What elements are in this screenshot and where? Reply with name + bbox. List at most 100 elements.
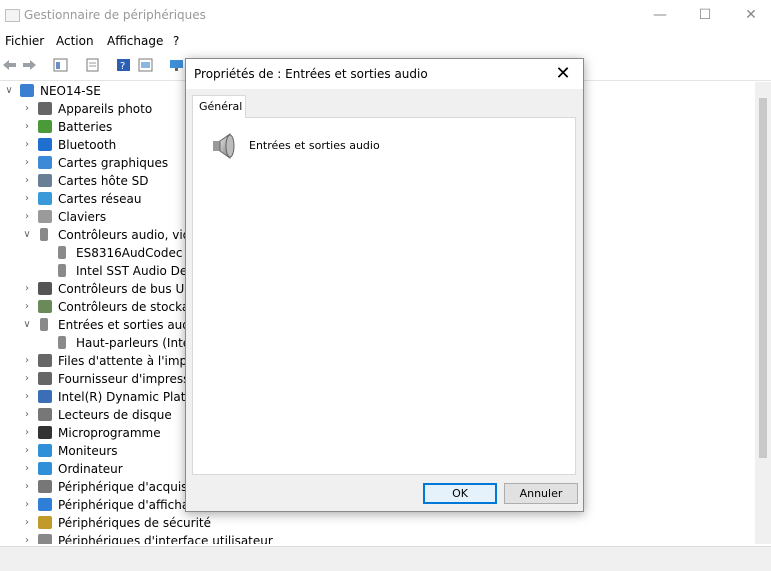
printer-icon <box>38 372 52 385</box>
tree-row-label: Contrôleurs audio, vidéo <box>58 228 206 242</box>
monitor-icon <box>38 462 52 475</box>
tree-row-label: Batteries <box>58 120 113 134</box>
menu-affichage[interactable]: Affichage <box>107 34 163 48</box>
dialog-title: Propriétés de : Entrées et sorties audio <box>194 67 428 81</box>
general-panel: Entrées et sorties audio <box>192 117 576 475</box>
chevron-right-icon[interactable]: › <box>22 424 32 442</box>
chevron-right-icon[interactable]: › <box>22 172 32 190</box>
properties-panel-icon[interactable] <box>53 58 68 72</box>
chip-icon <box>38 390 52 403</box>
speaker-icon <box>40 318 48 331</box>
properties-dialog: Propriétés de : Entrées et sorties audio… <box>185 58 584 512</box>
chevron-right-icon[interactable]: › <box>22 154 32 172</box>
security-key-icon <box>38 516 52 529</box>
chevron-down-icon[interactable]: ∨ <box>4 82 14 100</box>
tree-row-label: Fournisseur d'impressio <box>58 372 201 386</box>
cancel-button[interactable]: Annuler <box>504 483 578 504</box>
tree-row-label: Entrées et sorties audio <box>58 318 201 332</box>
document-icon[interactable] <box>85 58 100 72</box>
chevron-right-icon[interactable]: › <box>22 370 32 388</box>
menu-fichier[interactable]: Fichier <box>5 34 44 48</box>
network-adapter-icon <box>38 192 52 205</box>
menu-bar: Fichier Action Affichage ? <box>0 30 771 52</box>
chevron-right-icon[interactable]: › <box>22 208 32 226</box>
chevron-right-icon[interactable]: › <box>22 280 32 298</box>
menu-help[interactable]: ? <box>173 34 179 48</box>
chevron-down-icon[interactable]: ∨ <box>22 316 32 334</box>
tree-row-label: Bluetooth <box>58 138 117 152</box>
tree-row-label: Contrôleurs de bus USB <box>58 282 201 296</box>
chevron-right-icon[interactable]: › <box>22 460 32 478</box>
tree-row-label: Contrôleurs de stockage <box>58 300 205 314</box>
chevron-right-icon[interactable]: › <box>22 496 32 514</box>
tree-row-label: Ordinateur <box>58 462 123 476</box>
chevron-right-icon[interactable]: › <box>22 298 32 316</box>
chevron-right-icon[interactable]: › <box>22 388 32 406</box>
monitor-icon <box>38 444 52 457</box>
dialog-title-bar: Propriétés de : Entrées et sorties audio… <box>186 59 583 89</box>
usb-icon <box>38 282 52 295</box>
battery-icon <box>38 120 52 133</box>
close-button[interactable]: ✕ <box>737 4 765 26</box>
scanner-icon <box>38 480 52 493</box>
menu-action[interactable]: Action <box>56 34 94 48</box>
chevron-right-icon[interactable]: › <box>22 118 32 136</box>
chevron-right-icon[interactable]: › <box>22 478 32 496</box>
speaker-icon <box>213 133 235 159</box>
tree-row-label: ES8316AudCodec De <box>76 246 203 260</box>
tree-row-label: Cartes réseau <box>58 192 142 206</box>
storage-icon <box>38 300 52 313</box>
printer-icon <box>38 354 52 367</box>
chevron-right-icon[interactable]: › <box>22 136 32 154</box>
disk-drive-icon <box>38 408 52 421</box>
minimize-button[interactable]: — <box>646 4 674 26</box>
tree-row-label: Périphériques d'interface utilisateur <box>58 534 273 544</box>
hid-icon <box>38 534 52 544</box>
tree-row-label: Claviers <box>58 210 107 224</box>
dialog-close-button[interactable]: ✕ <box>551 62 575 86</box>
vertical-scrollbar[interactable] <box>755 82 771 544</box>
tab-general[interactable]: Général <box>192 95 246 118</box>
chevron-right-icon[interactable]: › <box>22 352 32 370</box>
tree-row-label: Files d'attente à l'impres <box>58 354 206 368</box>
scrollbar-thumb[interactable] <box>759 98 767 458</box>
back-arrow-icon[interactable] <box>2 58 17 72</box>
svg-text:?: ? <box>120 61 125 72</box>
ok-button[interactable]: OK <box>423 483 497 504</box>
maximize-button[interactable]: ☐ <box>691 4 719 26</box>
device-name: Entrées et sorties audio <box>249 139 380 152</box>
chevron-right-icon[interactable]: › <box>22 406 32 424</box>
tree-row-label: Haut-parleurs (Intel <box>76 336 194 350</box>
chevron-down-icon[interactable]: ∨ <box>22 226 32 244</box>
tree-row-label: Périphériques de sécurité <box>58 516 212 530</box>
help-icon[interactable]: ? <box>116 58 131 72</box>
tree-row-label: Périphérique d'affichage <box>58 498 205 512</box>
chevron-right-icon[interactable]: › <box>22 100 32 118</box>
view-icon[interactable] <box>138 58 153 72</box>
speaker-icon <box>58 264 66 277</box>
tab-general-label: Général <box>199 100 243 113</box>
chevron-right-icon[interactable]: › <box>22 190 32 208</box>
tree-row-label: Microprogramme <box>58 426 161 440</box>
tree-row-label: Moniteurs <box>58 444 118 458</box>
speaker-icon <box>58 336 66 349</box>
computer-icon <box>20 84 34 97</box>
keyboard-icon <box>38 210 52 223</box>
window-title: Gestionnaire de périphériques <box>24 8 206 22</box>
forward-arrow-icon[interactable] <box>22 58 37 72</box>
chevron-right-icon[interactable]: › <box>22 514 32 532</box>
tree-row-label: Périphérique d'acquisiti <box>58 480 199 494</box>
tree-row-label: Intel(R) Dynamic Platfor <box>58 390 202 404</box>
device-manager-icon <box>5 9 20 22</box>
bluetooth-icon <box>38 138 52 151</box>
monitor-scan-icon[interactable] <box>169 58 184 72</box>
chevron-right-icon[interactable]: › <box>22 442 32 460</box>
title-bar: Gestionnaire de périphériques — ☐ ✕ <box>0 0 771 30</box>
display-device-icon <box>38 498 52 511</box>
tree-row-label: NEO14-SE <box>40 84 101 98</box>
chevron-right-icon[interactable]: › <box>22 532 32 544</box>
speaker-icon <box>40 228 48 241</box>
tree-row-label: Cartes hôte SD <box>58 174 149 188</box>
firmware-icon <box>38 426 52 439</box>
status-bar <box>0 546 771 571</box>
